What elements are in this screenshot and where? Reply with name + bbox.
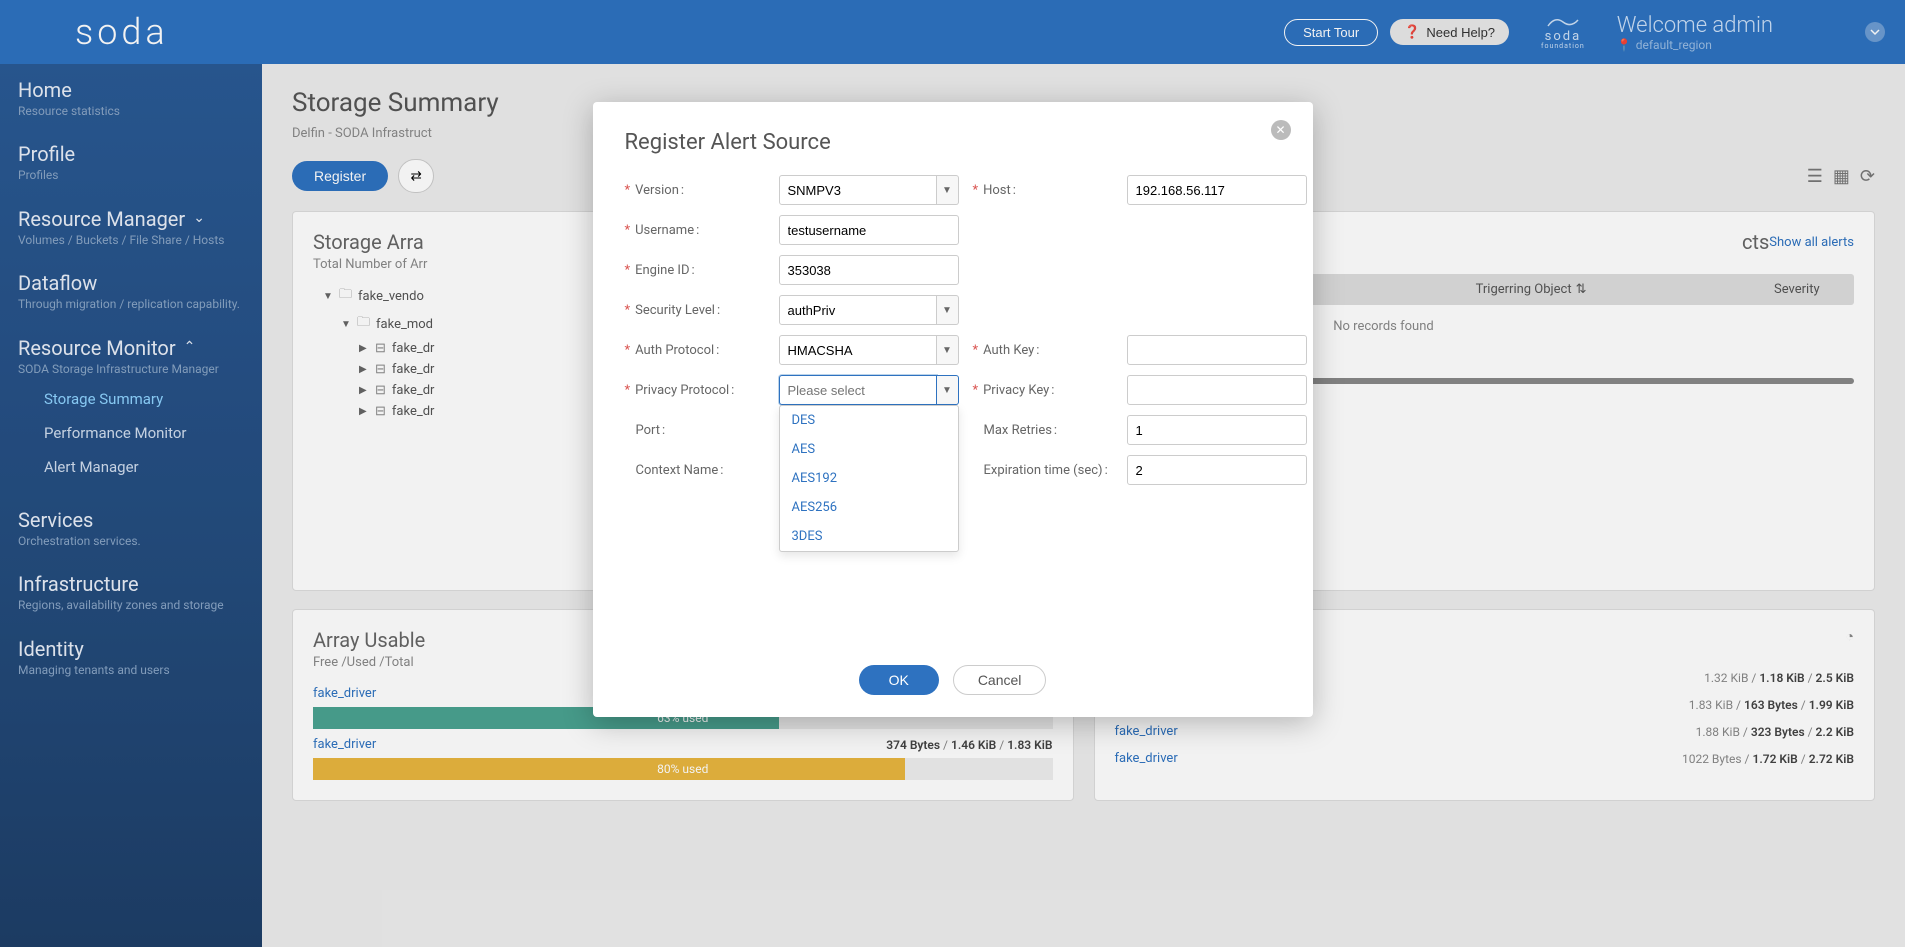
label-authkey: *Auth Key :: [973, 343, 1113, 358]
cancel-button[interactable]: Cancel: [953, 665, 1047, 695]
dropdown-caret-icon: ▼: [937, 295, 959, 325]
dropdown-option[interactable]: AES: [780, 435, 958, 464]
label-port: Port :: [625, 423, 765, 438]
host-input[interactable]: [1127, 175, 1307, 205]
security-level-input[interactable]: [779, 295, 937, 325]
dropdown-caret-icon: ▼: [937, 335, 959, 365]
label-expiration: Expiration time (sec) :: [973, 463, 1113, 478]
dropdown-option[interactable]: AES192: [780, 464, 958, 493]
username-input[interactable]: [779, 215, 959, 245]
dropdown-caret-icon: ▼: [937, 375, 959, 405]
ok-button[interactable]: OK: [859, 665, 939, 695]
label-maxretries: Max Retries :: [973, 423, 1113, 438]
version-select[interactable]: ▼: [779, 175, 959, 205]
dropdown-option[interactable]: AES256: [780, 493, 958, 522]
version-input[interactable]: [779, 175, 937, 205]
label-privproto: *Privacy Protocol :: [625, 383, 765, 398]
label-privkey: *Privacy Key :: [973, 383, 1113, 398]
privacy-protocol-dropdown: DESAESAES192AES2563DES: [779, 405, 959, 552]
privacy-protocol-select[interactable]: ▼: [779, 375, 959, 405]
label-engine: *Engine ID :: [625, 263, 765, 278]
register-alert-source-modal: ✕ Register Alert Source *Version : ▼ *Ho…: [593, 102, 1313, 717]
engine-id-input[interactable]: [779, 255, 959, 285]
dropdown-option[interactable]: DES: [780, 406, 958, 435]
auth-protocol-select[interactable]: ▼: [779, 335, 959, 365]
label-host: *Host :: [973, 183, 1113, 198]
modal-backdrop: ✕ Register Alert Source *Version : ▼ *Ho…: [0, 0, 1905, 947]
label-authproto: *Auth Protocol :: [625, 343, 765, 358]
auth-protocol-input[interactable]: [779, 335, 937, 365]
security-level-select[interactable]: ▼: [779, 295, 959, 325]
privacy-key-input[interactable]: [1127, 375, 1307, 405]
modal-title: Register Alert Source: [625, 130, 1281, 155]
expiration-input[interactable]: [1127, 455, 1307, 485]
dropdown-option[interactable]: 3DES: [780, 522, 958, 551]
max-retries-input[interactable]: [1127, 415, 1307, 445]
label-context: Context Name :: [625, 463, 765, 478]
close-icon[interactable]: ✕: [1271, 120, 1291, 140]
label-seclevel: *Security Level :: [625, 303, 765, 318]
dropdown-caret-icon: ▼: [937, 175, 959, 205]
label-username: *Username :: [625, 223, 765, 238]
auth-key-input[interactable]: [1127, 335, 1307, 365]
label-version: *Version :: [625, 183, 765, 198]
privacy-protocol-input[interactable]: [779, 375, 937, 405]
